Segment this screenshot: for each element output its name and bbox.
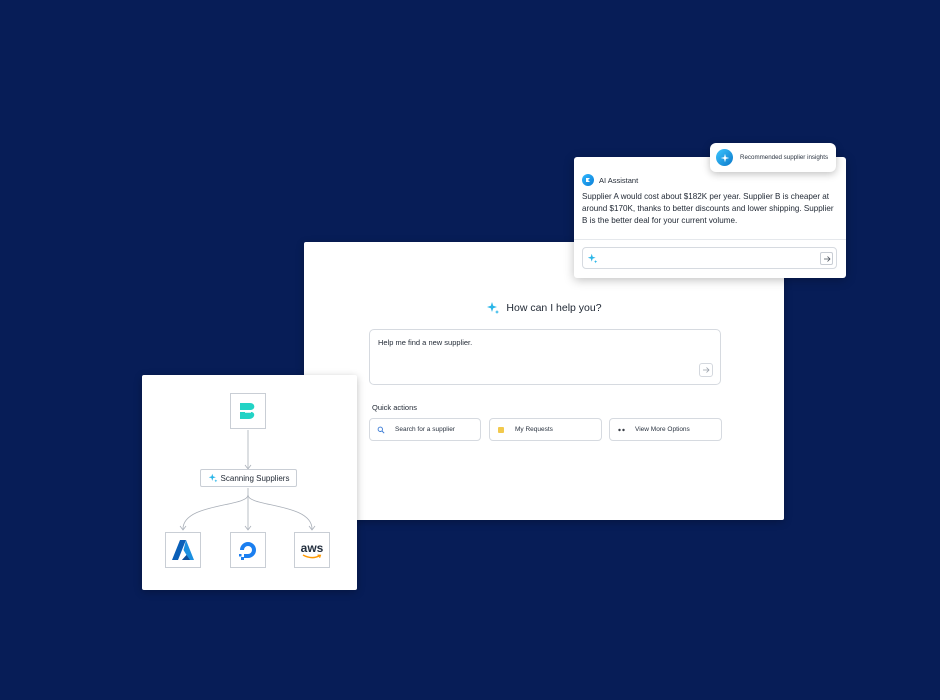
arrow-right-icon bbox=[823, 255, 831, 262]
divider bbox=[574, 239, 846, 240]
scanning-suppliers-text: Scanning Suppliers bbox=[220, 473, 290, 483]
ai-assistant-message: Supplier A would cost about $182K per ye… bbox=[582, 192, 834, 225]
ai-assistant-title: AI Assistant bbox=[599, 175, 639, 185]
ai-assistant-header: AI Assistant bbox=[582, 174, 638, 186]
prompt-input-value: Help me find a new supplier. bbox=[378, 338, 473, 347]
help-heading: How can I help you? bbox=[506, 302, 602, 314]
search-supplier-label: Search for a supplier bbox=[395, 426, 455, 433]
sparkle-icon bbox=[716, 149, 733, 166]
aws-logo-text: aws bbox=[300, 540, 324, 555]
sparkle-icon bbox=[587, 253, 598, 264]
search-icon bbox=[376, 425, 386, 435]
ai-send-button[interactable] bbox=[820, 252, 833, 265]
help-heading-row: How can I help you? bbox=[304, 301, 784, 315]
view-more-options-label: View More Options bbox=[635, 426, 690, 433]
my-requests-label: My Requests bbox=[515, 426, 553, 433]
brand-logo-icon bbox=[240, 403, 255, 419]
brand-logo-node bbox=[230, 393, 266, 429]
azure-node bbox=[165, 532, 201, 568]
digitalocean-logo-icon bbox=[239, 542, 256, 560]
digitalocean-node bbox=[230, 532, 266, 568]
ai-chat-input[interactable] bbox=[582, 247, 837, 269]
search-supplier-button[interactable]: Search for a supplier bbox=[369, 418, 481, 441]
aws-logo-icon: aws bbox=[300, 540, 324, 559]
scanning-suppliers-label: Scanning Suppliers bbox=[200, 469, 297, 487]
quick-actions-title: Quick actions bbox=[372, 403, 418, 412]
my-requests-button[interactable]: My Requests bbox=[489, 418, 602, 441]
recommended-insights-label: Recommended supplier insights bbox=[740, 154, 829, 161]
sparkle-icon bbox=[208, 473, 217, 483]
arrow-right-icon bbox=[703, 367, 710, 373]
more-icon bbox=[616, 425, 626, 435]
sparkle-icon bbox=[487, 302, 500, 314]
send-button[interactable] bbox=[699, 363, 713, 377]
recommended-insights-pill[interactable]: Recommended supplier insights bbox=[710, 143, 836, 172]
ai-assistant-avatar-icon bbox=[582, 174, 594, 186]
scan-suppliers-card: Scanning Suppliers aws bbox=[142, 375, 357, 590]
azure-logo-icon bbox=[172, 540, 194, 560]
view-more-options-button[interactable]: View More Options bbox=[609, 418, 722, 441]
assistant-panel: How can I help you? Help me find a new s… bbox=[304, 242, 784, 520]
ai-assistant-card: AI Assistant Supplier A would cost about… bbox=[574, 157, 846, 278]
aws-node: aws bbox=[294, 532, 330, 568]
folder-icon bbox=[496, 425, 506, 435]
prompt-input[interactable]: Help me find a new supplier. bbox=[369, 329, 721, 385]
